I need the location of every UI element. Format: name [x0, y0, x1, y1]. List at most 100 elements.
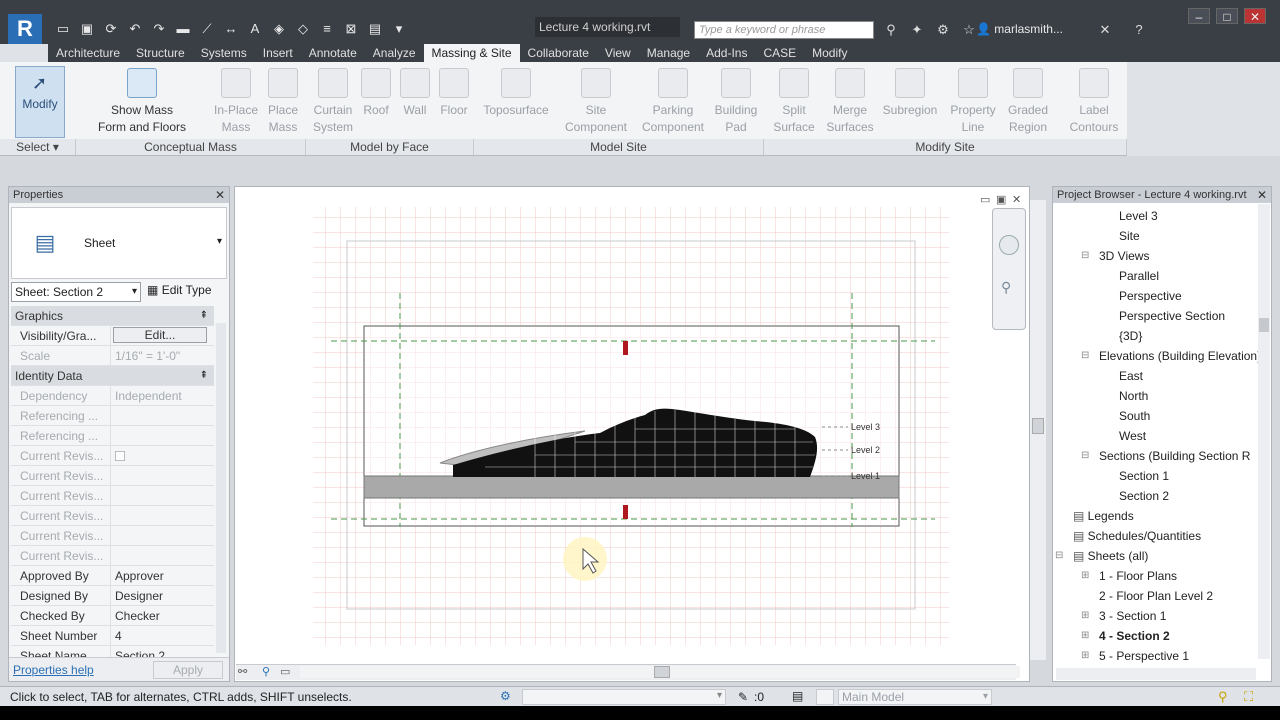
- design-options-icon[interactable]: ▤: [792, 689, 803, 703]
- wall-by-face-button[interactable]: Wall: [397, 68, 433, 119]
- property-row[interactable]: Referencing ...: [11, 406, 214, 426]
- collapse-icon[interactable]: ⊟: [1081, 450, 1089, 461]
- collapse-icon[interactable]: ⊟: [1055, 550, 1063, 561]
- application-menu-button[interactable]: R: [8, 14, 42, 44]
- undo-icon[interactable]: ↶: [124, 18, 146, 40]
- floor-by-face-button[interactable]: Floor: [436, 68, 472, 119]
- property-group-header[interactable]: Graphics ⇞: [11, 306, 214, 326]
- tab-case[interactable]: CASE: [755, 44, 804, 62]
- tools-icon[interactable]: ✦: [906, 19, 928, 41]
- curtain-system-button[interactable]: Curtain System: [310, 68, 356, 136]
- edit-type-button[interactable]: ▦ Edit Type: [147, 283, 212, 297]
- modify-button[interactable]: ➚ Modify: [15, 66, 65, 138]
- instance-selector[interactable]: Sheet: Section 2 ▾: [11, 282, 141, 302]
- link-icon[interactable]: ⚯: [238, 665, 247, 678]
- split-surface-button[interactable]: Split Surface: [768, 68, 820, 136]
- sheet-canvas[interactable]: Level 3 Level 2 Level 1: [235, 187, 1031, 665]
- switch-windows-icon[interactable]: ▤: [364, 18, 386, 40]
- close-button[interactable]: ✕: [1244, 8, 1266, 24]
- browser-item[interactable]: South: [1119, 409, 1150, 423]
- expand-icon[interactable]: ⊞: [1081, 630, 1089, 641]
- property-row[interactable]: Scale 1/16" = 1'-0": [11, 346, 214, 366]
- in-place-mass-button[interactable]: In-Place Mass: [210, 68, 262, 136]
- browser-item[interactable]: Section 2: [1119, 489, 1169, 503]
- section-marker-top[interactable]: [623, 341, 628, 355]
- sheet-view[interactable]: Level 3 Level 2 Level 1 ▭ ▣ ✕: [234, 186, 1030, 682]
- tab-massing-site[interactable]: Massing & Site: [423, 44, 520, 62]
- property-row[interactable]: Visibility/Gra... Edit...: [11, 326, 214, 346]
- minimize-button[interactable]: –: [1188, 8, 1210, 24]
- toposurface-button[interactable]: Toposurface: [476, 68, 556, 119]
- graded-region-button[interactable]: Graded Region: [1002, 68, 1054, 136]
- collapse-icon[interactable]: ⊟: [1081, 250, 1089, 261]
- parking-component-button[interactable]: Parking Component: [636, 68, 710, 136]
- property-row[interactable]: Current Revis...: [11, 526, 214, 546]
- measure-icon[interactable]: ⟋: [196, 18, 218, 40]
- browser-item[interactable]: ▤ Legends: [1073, 509, 1134, 523]
- property-value[interactable]: Approver: [111, 566, 214, 585]
- filter-icon[interactable]: ⚲: [1218, 689, 1228, 705]
- tab-analyze[interactable]: Analyze: [365, 44, 424, 62]
- select-panel-label[interactable]: Select ▾: [0, 139, 76, 155]
- view-vscroll-thumb[interactable]: [1032, 418, 1044, 434]
- user-signin[interactable]: 👤 marlasmith...: [976, 22, 1063, 36]
- property-group-header[interactable]: Identity Data ⇞: [11, 366, 214, 386]
- select-links-icon[interactable]: ⛶: [1244, 689, 1253, 705]
- view-tile-icon[interactable]: ▣: [996, 193, 1006, 206]
- tab-annotate[interactable]: Annotate: [301, 44, 365, 62]
- browser-item[interactable]: Perspective Section: [1119, 309, 1225, 323]
- sync-icon[interactable]: ⟳: [100, 18, 122, 40]
- property-row[interactable]: Referencing ...: [11, 426, 214, 446]
- workset-dropdown[interactable]: ▾: [522, 689, 726, 705]
- browser-scrollbar[interactable]: [1258, 204, 1270, 659]
- building-pad-button[interactable]: Building Pad: [710, 68, 762, 136]
- view-hscroll-thumb[interactable]: [654, 666, 670, 678]
- tab-architecture[interactable]: Architecture: [48, 44, 128, 62]
- pin-icon[interactable]: ⚲: [262, 665, 270, 678]
- tab-collaborate[interactable]: Collaborate: [520, 44, 597, 62]
- merge-surfaces-button[interactable]: Merge Surfaces: [822, 68, 878, 136]
- property-value[interactable]: Designer: [111, 586, 214, 605]
- browser-item[interactable]: 3D Views: [1099, 249, 1149, 263]
- edit-button[interactable]: Edit...: [113, 327, 207, 343]
- browser-item[interactable]: ▤ Schedules/Quantities: [1073, 529, 1201, 543]
- expand-icon[interactable]: ⊞: [1081, 650, 1089, 661]
- print-icon[interactable]: ▬: [172, 18, 194, 40]
- main-model-dropdown[interactable]: Main Model ▾: [838, 689, 992, 705]
- search-input[interactable]: Type a keyword or phrase: [694, 21, 874, 39]
- save-icon[interactable]: ▣: [76, 18, 98, 40]
- editing-requests-icon[interactable]: ✎: [738, 690, 748, 704]
- subscription-icon[interactable]: ⚙: [932, 19, 954, 41]
- design-option-selector[interactable]: [816, 689, 834, 705]
- browser-item[interactable]: Section 1: [1119, 469, 1169, 483]
- section-marker-bottom[interactable]: [623, 505, 628, 519]
- collapse-icon[interactable]: ⊟: [1081, 350, 1089, 361]
- property-row[interactable]: Current Revis...: [11, 466, 214, 486]
- property-value[interactable]: Edit...: [111, 326, 214, 345]
- browser-item[interactable]: 5 - Perspective 1: [1099, 649, 1189, 663]
- close-hidden-icon[interactable]: ⊠: [340, 18, 362, 40]
- zoom-icon[interactable]: ⚲: [1001, 279, 1011, 296]
- property-line-button[interactable]: Property Line: [944, 68, 1002, 136]
- browser-item[interactable]: East: [1119, 369, 1143, 383]
- collapse-icon[interactable]: ⇞: [200, 306, 214, 325]
- browser-item[interactable]: Perspective: [1119, 289, 1182, 303]
- tab-manage[interactable]: Manage: [639, 44, 698, 62]
- qat-dropdown-icon[interactable]: ▾: [388, 18, 410, 40]
- expand-icon[interactable]: ⊞: [1081, 610, 1089, 621]
- close-icon[interactable]: ✕: [1257, 187, 1267, 203]
- subregion-button[interactable]: Subregion: [878, 68, 942, 119]
- exchange-icon[interactable]: ✕: [1094, 19, 1116, 41]
- property-row[interactable]: Current Revis...: [11, 546, 214, 566]
- steering-wheel-icon[interactable]: [999, 235, 1019, 255]
- 3d-view-icon[interactable]: ◈: [268, 18, 290, 40]
- browser-item[interactable]: Sections (Building Section R: [1099, 449, 1250, 463]
- browser-item[interactable]: North: [1119, 389, 1148, 403]
- close-icon[interactable]: ✕: [215, 187, 225, 203]
- properties-help-link[interactable]: Properties help: [13, 663, 94, 677]
- browser-item[interactable]: 2 - Floor Plan Level 2: [1099, 589, 1213, 603]
- browser-item[interactable]: Parallel: [1119, 269, 1159, 283]
- tab-add-ins[interactable]: Add-Ins: [698, 44, 755, 62]
- apply-button[interactable]: Apply: [153, 661, 223, 679]
- tab-structure[interactable]: Structure: [128, 44, 193, 62]
